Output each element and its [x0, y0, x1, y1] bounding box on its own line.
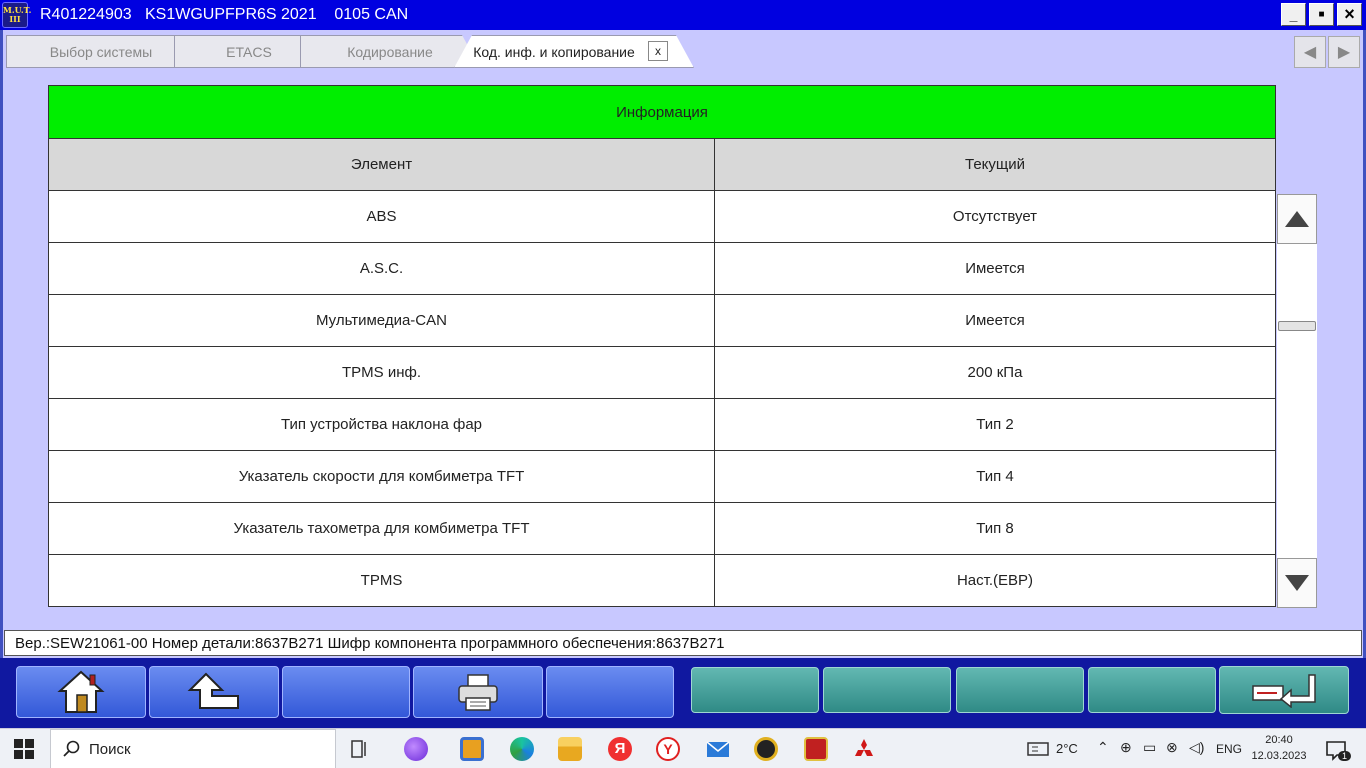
printer-icon	[458, 674, 498, 711]
triangle-down-icon	[1285, 575, 1309, 591]
row-value: Тип 2	[715, 399, 1276, 450]
temperature-text: 2°C	[1056, 741, 1078, 756]
yandex-icon[interactable]: Я	[608, 737, 632, 761]
network-icon[interactable]: ⊕	[1120, 739, 1132, 756]
table-column-headers: Элемент Текущий	[48, 139, 1276, 191]
tab-label: Код. инф. и копирование	[473, 43, 635, 60]
function-button-1[interactable]	[691, 667, 819, 713]
enter-arrow-icon	[1252, 674, 1316, 708]
task-view-icon[interactable]	[348, 737, 372, 761]
row-value: Тип 8	[715, 503, 1276, 554]
yandex-browser-icon[interactable]: Y	[656, 737, 680, 761]
windows-start-icon[interactable]	[14, 739, 34, 759]
function-button-3[interactable]	[956, 667, 1084, 713]
close-icon: ×	[1344, 4, 1355, 24]
table-row[interactable]: ABS Отсутствует	[48, 191, 1276, 243]
home-icon	[57, 670, 105, 713]
status-bar: Вер.:SEW21061-00 Номер детали:8637B271 Ш…	[4, 630, 1362, 656]
maximize-icon: ■	[1318, 9, 1325, 20]
notification-count: 1	[1338, 751, 1352, 761]
scroll-down-button[interactable]	[1277, 558, 1317, 608]
function-button-4[interactable]	[1088, 667, 1216, 713]
function-button-2[interactable]	[823, 667, 951, 713]
table-row[interactable]: TPMS Наст.(EBP)	[48, 555, 1276, 607]
alice-assistant-icon[interactable]	[404, 737, 428, 761]
row-item: TPMS инф.	[49, 347, 715, 398]
row-item: Мультимедиа-CAN	[49, 295, 715, 346]
app-gold-icon[interactable]	[754, 737, 778, 761]
scroll-up-button[interactable]	[1277, 194, 1317, 244]
table-row[interactable]: Тип устройства наклона фар Тип 2	[48, 399, 1276, 451]
file-explorer-icon[interactable]	[558, 737, 582, 761]
toolbar-blank-button-1[interactable]	[282, 666, 410, 718]
battery-icon[interactable]: ▭	[1143, 739, 1156, 756]
triangle-up-icon	[1285, 211, 1309, 227]
tab-label: ETACS	[226, 43, 272, 60]
enter-button[interactable]	[1219, 666, 1349, 714]
scroll-thumb[interactable]	[1278, 321, 1316, 331]
os-taskbar: Поиск Я Y 2°C ⌃ ⊕ ▭ ⊗ ◁) ENG 20:40 12.03…	[0, 728, 1366, 768]
row-value: Имеется	[715, 295, 1276, 346]
taskbar-search[interactable]: Поиск	[50, 729, 336, 768]
row-item: A.S.C.	[49, 243, 715, 294]
row-value: 200 кПа	[715, 347, 1276, 398]
table-row[interactable]: TPMS инф. 200 кПа	[48, 347, 1276, 399]
row-item: Указатель тахометра для комбиметра TFT	[49, 503, 715, 554]
search-icon	[63, 740, 80, 757]
table-scrollbar[interactable]	[1277, 194, 1317, 608]
back-button[interactable]	[149, 666, 279, 718]
nav-next-button[interactable]: ▶	[1328, 36, 1360, 68]
column-header-current: Текущий	[715, 139, 1276, 190]
clock-time: 20:40	[1265, 734, 1293, 746]
maximize-button[interactable]: ■	[1309, 3, 1334, 26]
mitsubishi-icon[interactable]	[852, 737, 876, 761]
globe-icon[interactable]: ⊗	[1166, 739, 1178, 756]
row-value: Имеется	[715, 243, 1276, 294]
close-button[interactable]: ×	[1337, 3, 1362, 26]
mut3-taskbar-icon[interactable]	[804, 737, 828, 761]
tab-close-button[interactable]: x	[648, 41, 668, 61]
media-player-icon[interactable]	[460, 737, 484, 761]
column-header-item: Элемент	[49, 139, 715, 190]
info-table: Информация Элемент Текущий ABS Отсутствуе…	[48, 85, 1276, 607]
minimize-button[interactable]: _	[1281, 3, 1306, 26]
system-clock[interactable]: 20:40 12.03.2023	[1244, 732, 1314, 764]
row-item: ABS	[49, 191, 715, 242]
nav-prev-button[interactable]: ◀	[1294, 36, 1326, 68]
home-button[interactable]	[16, 666, 146, 718]
edge-browser-icon[interactable]	[510, 737, 534, 761]
tab-coding[interactable]: Кодирование	[300, 35, 480, 68]
return-arrow-icon	[187, 672, 239, 709]
toolbar-blank-button-2[interactable]	[546, 666, 674, 718]
mail-icon[interactable]	[706, 737, 730, 761]
tray-chevron-icon[interactable]: ⌃	[1097, 739, 1109, 756]
minimize-icon: _	[1289, 6, 1298, 23]
title-bar: M.U.T. III R401224903 KS1WGUPFPR6S 2021 0…	[0, 0, 1366, 30]
table-row[interactable]: Мультимедиа-CAN Имеется	[48, 295, 1276, 347]
print-button[interactable]	[413, 666, 543, 718]
table-row[interactable]: A.S.C. Имеется	[48, 243, 1276, 295]
version-info: Вер.:SEW21061-00 Номер детали:8637B271 Ш…	[15, 634, 725, 652]
row-value: Наст.(EBP)	[715, 555, 1276, 606]
clock-date: 12.03.2023	[1251, 750, 1307, 762]
row-item: Указатель скорости для комбиметра TFT	[49, 451, 715, 502]
row-value: Отсутствует	[715, 191, 1276, 242]
table-row[interactable]: Указатель скорости для комбиметра TFT Тип…	[48, 451, 1276, 503]
volume-icon[interactable]: ◁)	[1189, 739, 1204, 756]
row-item: TPMS	[49, 555, 715, 606]
language-indicator[interactable]: ENG	[1216, 742, 1242, 756]
tab-label: Кодирование	[347, 43, 433, 60]
window-title: R401224903 KS1WGUPFPR6S 2021 0105 CAN	[40, 6, 409, 23]
breadcrumb-tabs: Выбор системы ETACS Кодирование Код. инф…	[4, 32, 1364, 68]
row-item: Тип устройства наклона фар	[49, 399, 715, 450]
bottom-toolbar	[0, 658, 1366, 728]
row-value: Тип 4	[715, 451, 1276, 502]
tab-system-select[interactable]: Выбор системы	[6, 35, 196, 68]
table-row[interactable]: Указатель тахометра для комбиметра TFT Ти…	[48, 503, 1276, 555]
weather-widget-icon[interactable]	[1026, 737, 1050, 761]
search-label: Поиск	[89, 741, 131, 758]
table-title: Информация	[48, 85, 1276, 139]
mut3-logo-icon: M.U.T. III	[2, 2, 31, 28]
tab-label: Выбор системы	[49, 43, 153, 60]
